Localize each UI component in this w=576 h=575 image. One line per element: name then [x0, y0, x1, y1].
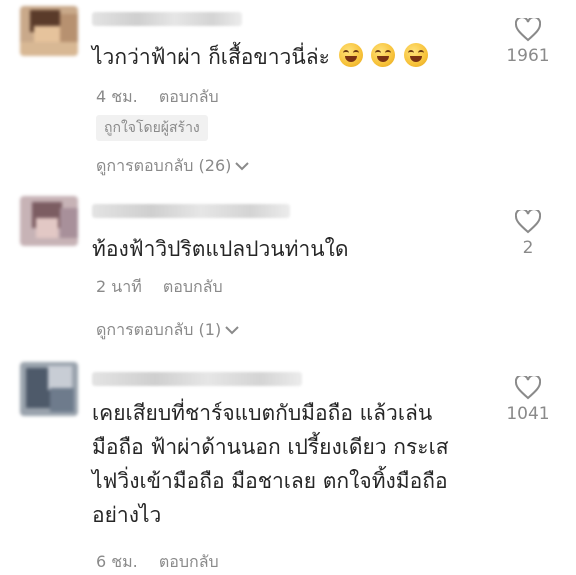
comment-text-line: มือถือ ฟ้าผ่าด้านนอก เปรี้ยงเดียว กระเส: [92, 435, 449, 459]
avatar[interactable]: [20, 362, 78, 416]
comment-meta: 4 ชม. ตอบกลับ: [96, 85, 219, 110]
view-replies-label: ดูการตอบกลับ (26): [96, 156, 232, 175]
comment-text-content: ท้องฟ้าวิปริตแปลปวนท่านใด: [92, 237, 349, 261]
chevron-down-icon: [235, 156, 250, 175]
like-count: 1041: [506, 404, 550, 424]
reply-button[interactable]: ตอบกลับ: [163, 277, 223, 296]
heart-outline-icon: [498, 210, 558, 234]
comment-text: ไวกว่าฟ้าผ่า ก็เสื้อขาวนี่ล่ะ: [92, 40, 428, 74]
avatar[interactable]: [20, 196, 78, 246]
heart-outline-icon: [498, 376, 558, 400]
reply-button[interactable]: ตอบกลับ: [159, 87, 219, 106]
grinning-sweat-emoji: [371, 43, 396, 67]
avatar[interactable]: [20, 6, 78, 56]
comment-text-line: อย่างไว: [92, 503, 162, 527]
username-redacted[interactable]: [92, 372, 302, 386]
comment-time: 2 นาที: [96, 277, 142, 296]
comment-2: ท้องฟ้าวิปริตแปลปวนท่านใด 2 นาที ตอบกลับ…: [0, 190, 576, 350]
like-button[interactable]: 1041: [498, 376, 558, 424]
comment-text-line: เคยเสียบที่ชาร์จแบตกับมือถือ แล้วเล่น: [92, 401, 433, 425]
username-redacted[interactable]: [92, 204, 290, 218]
comment-text: ท้องฟ้าวิปริตแปลปวนท่านใด: [92, 232, 349, 266]
reply-button[interactable]: ตอบกลับ: [159, 552, 219, 571]
view-replies-link[interactable]: ดูการตอบกลับ (1): [96, 318, 239, 343]
chevron-down-icon: [225, 320, 239, 339]
comment-text-line: ไฟวิ่งเข้ามือถือ มือชาเลย ตกใจทิ้งมือถือ: [92, 469, 448, 493]
liked-by-creator-badge: ถูกใจโดยผู้สร้าง: [96, 115, 208, 141]
comment-time: 6 ชม.: [96, 552, 138, 571]
like-button[interactable]: 1961: [498, 18, 558, 66]
comment-text: เคยเสียบที่ชาร์จแบตกับมือถือ แล้วเล่น มื…: [92, 396, 449, 532]
grinning-sweat-emoji: [338, 43, 363, 67]
comment-time: 4 ชม.: [96, 87, 138, 106]
comment-meta: 6 ชม. ตอบกลับ: [96, 550, 219, 575]
heart-outline-icon: [498, 18, 558, 42]
like-count: 2: [522, 238, 534, 258]
like-button[interactable]: 2: [498, 210, 558, 258]
comment-meta: 2 นาที ตอบกลับ: [96, 275, 223, 300]
view-replies-label: ดูการตอบกลับ (1): [96, 320, 222, 339]
comment-1: ไวกว่าฟ้าผ่า ก็เสื้อขาวนี่ล่ะ 4 ชม. ตอบก…: [0, 0, 576, 185]
grinning-sweat-emoji: [403, 43, 428, 67]
comment-text-content: ไวกว่าฟ้าผ่า ก็เสื้อขาวนี่ล่ะ: [92, 45, 330, 69]
view-replies-link[interactable]: ดูการตอบกลับ (26): [96, 154, 250, 179]
comment-3: เคยเสียบที่ชาร์จแบตกับมือถือ แล้วเล่น มื…: [0, 358, 576, 575]
like-count: 1961: [506, 46, 550, 66]
username-redacted[interactable]: [92, 12, 242, 26]
